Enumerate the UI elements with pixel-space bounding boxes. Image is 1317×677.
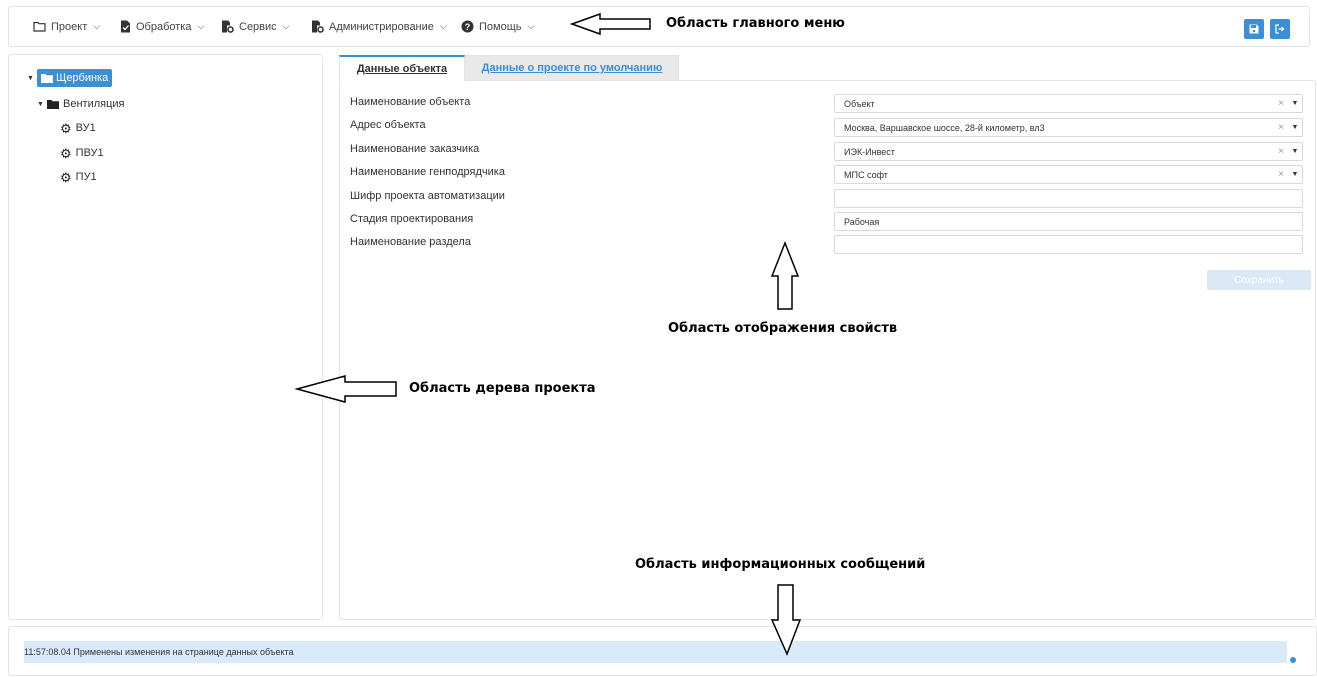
annotation-arrows [294, 12, 802, 656]
arrow-down-messages [770, 584, 802, 656]
annotation-tree: Область дерева проекта [409, 381, 596, 396]
annotation-props: Область отображения свойств [668, 321, 898, 336]
annotation-messages: Область информационных сообщений [635, 557, 926, 572]
arrow-up-props [770, 240, 800, 310]
arrow-left-tree [294, 375, 397, 403]
tab-object-data[interactable]: Данные объекта [339, 55, 465, 81]
annotation-menu: Область главного меню [666, 16, 845, 31]
arrow-left-menu [569, 12, 651, 36]
